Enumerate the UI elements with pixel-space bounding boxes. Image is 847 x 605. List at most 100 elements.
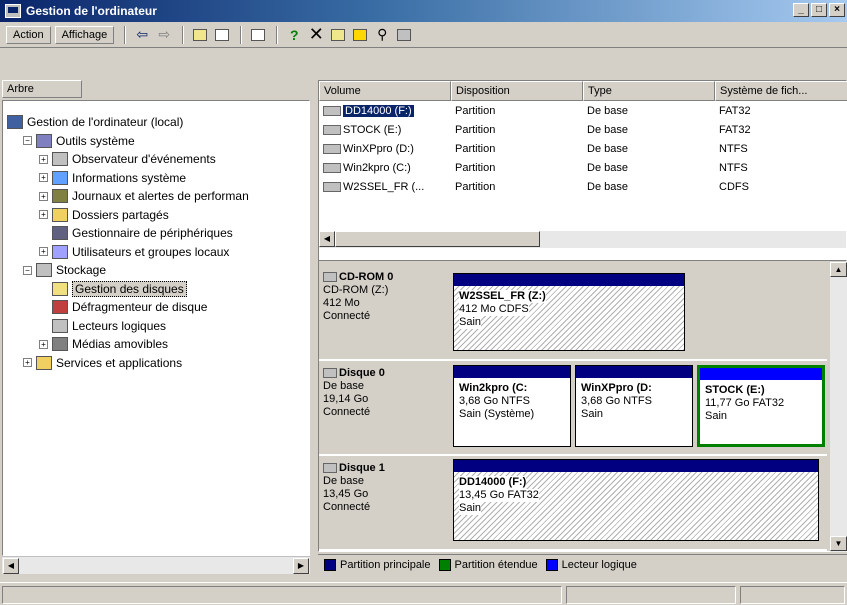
delete-icon[interactable]: ✕ (306, 24, 326, 45)
expand-icon[interactable]: + (39, 191, 48, 201)
partition-block[interactable]: W2SSEL_FR (Z:) 412 Mo CDFS Sain (453, 273, 685, 351)
collapse-icon[interactable]: − (23, 136, 32, 145)
disk-status: Connecté (323, 501, 371, 513)
status-bar (0, 582, 847, 605)
tree-tab[interactable]: Arbre (2, 80, 82, 98)
tree-item[interactable]: Gestion de l'ordinateur (local) (7, 113, 183, 131)
partition-bar (454, 460, 818, 472)
cell-text: De base (587, 162, 628, 174)
expand-icon[interactable]: + (39, 210, 48, 219)
list-horizontal-scrollbar[interactable]: ◀ (319, 231, 846, 248)
volume-row[interactable]: Win2kpro (C:) Partition De base NTFS (319, 160, 847, 179)
scroll-up-icon[interactable]: ▲ (830, 262, 847, 277)
partition-block[interactable]: Win2kpro (C: 3,68 Go NTFS Sain (Système) (453, 365, 571, 447)
expand-icon[interactable]: + (39, 173, 48, 182)
partition-detail: 412 Mo CDFS (459, 303, 529, 316)
volume-row[interactable]: W2SSEL_FR (... Partition De base CDFS (319, 179, 847, 198)
defragmenter-icon (52, 300, 68, 314)
users-groups-icon (52, 244, 68, 259)
disk-label[interactable]: Disque 1 De base 13,45 Go Connecté (323, 462, 443, 514)
up-folder-icon[interactable] (190, 25, 210, 45)
tree-item[interactable]: Lecteurs logiques (39, 317, 166, 335)
tree-item[interactable]: + Observateur d'événements (39, 150, 216, 168)
tree-item[interactable]: + Utilisateurs et groupes locaux (39, 243, 229, 261)
disk-status: Connecté (323, 310, 371, 322)
disk-label[interactable]: CD-ROM 0 CD-ROM (Z:) 412 Mo Connecté (323, 271, 443, 323)
expand-icon[interactable]: + (39, 339, 48, 349)
action-menu[interactable]: Action (6, 25, 51, 44)
show-tree-icon[interactable] (212, 25, 232, 45)
scroll-thumb[interactable] (335, 231, 540, 247)
tree-item[interactable]: − Stockage (23, 261, 106, 279)
tree-item[interactable]: + Journaux et alertes de performan (39, 187, 249, 205)
expand-icon[interactable]: + (23, 358, 32, 367)
explore-icon[interactable] (350, 25, 370, 45)
maximize-button[interactable]: □ (811, 3, 827, 17)
volume-row[interactable]: WinXPpro (D:) Partition De base NTFS (319, 141, 847, 160)
column-header[interactable]: Disposition (451, 81, 583, 101)
open-icon[interactable] (328, 25, 348, 45)
disk-type: CD-ROM (Z:) (323, 284, 389, 296)
tree-item[interactable]: Défragmenteur de disque (39, 298, 207, 316)
graph-vertical-scrollbar[interactable]: ▲ ▼ (830, 262, 847, 552)
tree-item[interactable]: Gestionnaire de périphériques (39, 224, 233, 242)
cell-text: NTFS (719, 162, 748, 174)
system-info-icon (52, 170, 68, 185)
legend-primary: Partition principale (340, 558, 431, 571)
partition-block[interactable]: DD14000 (F:) 13,45 Go FAT32 Sain (453, 459, 819, 541)
help-icon[interactable]: ? (284, 25, 304, 45)
tree-item-label: Outils système (56, 133, 135, 148)
cell-text: Win2kpro (C:) (343, 162, 411, 174)
partition-block[interactable]: STOCK (E:) 11,77 Go FAT32 Sain (697, 365, 825, 447)
back-icon[interactable]: ⇦ (132, 25, 152, 45)
tree-item[interactable]: + Médias amovibles (39, 335, 168, 353)
tree-item[interactable]: + Dossiers partagés (39, 206, 169, 224)
disk-label[interactable]: Disque 0 De base 19,14 Go Connecté (323, 367, 443, 419)
disk-name: Disque 1 (339, 462, 385, 474)
tree-item-label: Services et applications (56, 355, 183, 370)
expand-icon[interactable]: + (39, 154, 48, 164)
cell-text: CDFS (719, 181, 749, 193)
volume-icon (323, 144, 341, 155)
properties-icon[interactable] (248, 25, 268, 45)
volume-cell: De base (587, 124, 713, 136)
cell-text: STOCK (E:) (343, 124, 402, 136)
tree-item[interactable]: + Services et applications (23, 354, 182, 372)
forward-icon[interactable]: ⇨ (154, 25, 174, 45)
partition-health: Sain (581, 408, 604, 420)
tree-item-label: Gestionnaire de périphériques (72, 226, 233, 240)
column-header[interactable]: Volume (319, 81, 451, 101)
search-icon[interactable]: ⚲ (372, 25, 392, 45)
disk-graph-view: CD-ROM 0 CD-ROM (Z:) 412 Mo Connecté W2SSEL_… (318, 260, 847, 552)
tree-item[interactable]: Gestion des disques (39, 280, 187, 298)
scroll-left-icon[interactable]: ◀ (3, 558, 19, 574)
column-header[interactable]: Système de fich... (715, 81, 847, 101)
cell-text: De base (587, 124, 628, 136)
tree-horizontal-scrollbar[interactable]: ◀ ▶ (2, 556, 310, 574)
partition-detail: 13,45 Go FAT32 (459, 489, 539, 502)
collapse-icon[interactable]: − (23, 265, 32, 275)
partition-bar (700, 368, 822, 380)
cell-text: Partition (455, 124, 496, 136)
close-button[interactable]: × (829, 3, 845, 17)
partition-detail: 3,68 Go NTFS (459, 395, 530, 407)
cdrom-icon (323, 272, 337, 283)
scroll-left-icon[interactable]: ◀ (319, 231, 335, 247)
tree-item[interactable]: + Informations système (39, 169, 186, 187)
computer-icon (7, 115, 23, 129)
expand-icon[interactable]: + (39, 247, 48, 256)
view-menu[interactable]: Affichage (54, 25, 115, 44)
volume-row[interactable]: STOCK (E:) Partition De base FAT32 (319, 122, 847, 141)
cell-text: DD14000 (F:) (343, 105, 414, 117)
disk-icon[interactable] (394, 25, 414, 45)
volume-cell: De base (587, 181, 713, 193)
tree-item[interactable]: − Outils système (23, 132, 135, 150)
scroll-right-icon[interactable]: ▶ (293, 558, 309, 574)
minimize-button[interactable]: _ (793, 3, 809, 17)
scroll-down-icon[interactable]: ▼ (830, 536, 847, 551)
cell-text: Partition (455, 143, 496, 155)
volume-row[interactable]: DD14000 (F:) Partition De base FAT32 (319, 103, 847, 122)
partition-block[interactable]: WinXPpro (D: 3,68 Go NTFS Sain (575, 365, 693, 447)
partition-bar (454, 366, 570, 378)
column-header[interactable]: Type (583, 81, 715, 101)
